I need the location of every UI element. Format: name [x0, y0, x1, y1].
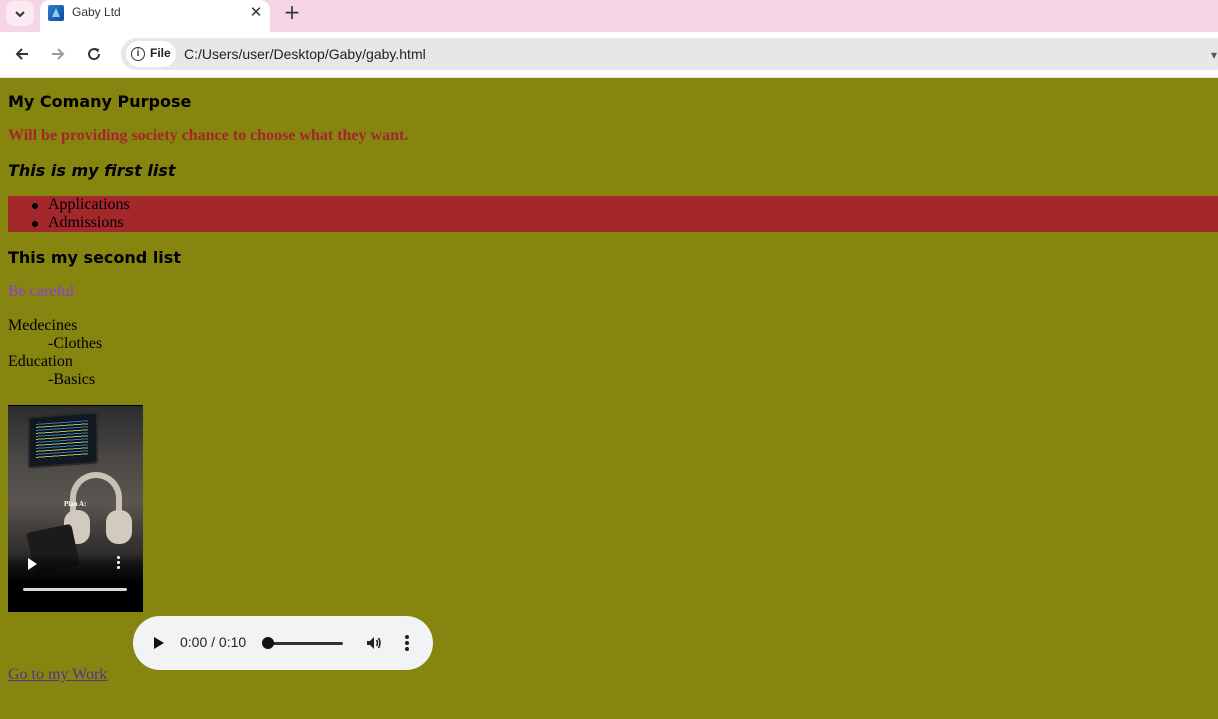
audio-progress-thumb[interactable] [262, 637, 274, 649]
url-scheme-label: File [150, 46, 171, 60]
tab-title: Gaby Ltd [72, 5, 121, 19]
reload-button[interactable] [84, 44, 104, 64]
audio-more-options-icon[interactable] [405, 635, 409, 653]
bullet-icon [32, 221, 38, 227]
back-button[interactable] [12, 44, 32, 64]
laptop-image [28, 411, 98, 469]
video-play-icon[interactable] [28, 558, 37, 570]
tab-search-button[interactable] [6, 1, 34, 26]
audio-time: 0:00 / 0:10 [180, 634, 247, 650]
list-item: Admissions [32, 214, 124, 232]
address-bar[interactable]: i File C:/Users/user/Desktop/Gaby/gaby.h… [121, 38, 1218, 70]
site-info-chip[interactable]: i File [126, 41, 176, 67]
second-list-heading: This my second list [8, 248, 181, 267]
video-progress-bar[interactable] [23, 588, 127, 591]
new-tab-button[interactable]: + [283, 2, 301, 22]
list-item-label: Applications [48, 196, 130, 213]
tab-strip: Gaby Ltd ✕ + [0, 0, 1218, 32]
browser-tab[interactable]: Gaby Ltd ✕ [40, 0, 270, 32]
definition-term: Medecines [8, 317, 78, 334]
url-text[interactable]: C:/Users/user/Desktop/Gaby/gaby.html [184, 46, 426, 62]
headphone-cup-image [106, 510, 132, 544]
arrow-left-icon [15, 48, 28, 60]
page-heading: My Comany Purpose [8, 92, 192, 111]
video-overlay-text: Plan A: [64, 500, 87, 508]
first-list: Applications Admissions [8, 196, 1218, 232]
favicon-icon [48, 5, 64, 21]
warning-text: Be careful [8, 283, 75, 300]
info-icon: i [131, 47, 145, 61]
reload-icon [88, 48, 101, 61]
close-tab-icon[interactable]: ✕ [247, 3, 265, 21]
list-item: Applications [32, 196, 130, 214]
navigation-bar: i File C:/Users/user/Desktop/Gaby/gaby.h… [0, 32, 1218, 78]
audio-player[interactable]: 0:00 / 0:10 [133, 616, 433, 670]
forward-button[interactable] [48, 44, 68, 64]
work-link[interactable]: Go to my Work [8, 666, 107, 684]
page-content: My Comany Purpose Will be providing soci… [0, 79, 1218, 719]
volume-icon[interactable] [366, 635, 382, 651]
list-item-label: Admissions [48, 214, 124, 231]
audio-play-icon[interactable] [154, 637, 164, 649]
first-list-heading: This is my first list [8, 161, 176, 180]
arrow-right-icon [52, 48, 65, 60]
mission-statement: Will be providing society chance to choo… [8, 127, 409, 144]
definition-detail: -Clothes [48, 335, 103, 352]
chevron-down-icon [15, 10, 25, 17]
bookmark-star-icon[interactable]: ▾ [1211, 48, 1217, 62]
video-more-options-icon[interactable] [117, 556, 121, 571]
audio-progress-track[interactable] [266, 642, 343, 645]
definition-term: Education [8, 353, 73, 370]
definition-detail: -Basics [48, 371, 96, 388]
video-player[interactable]: Plan A: [8, 405, 143, 612]
bullet-icon [32, 203, 38, 209]
